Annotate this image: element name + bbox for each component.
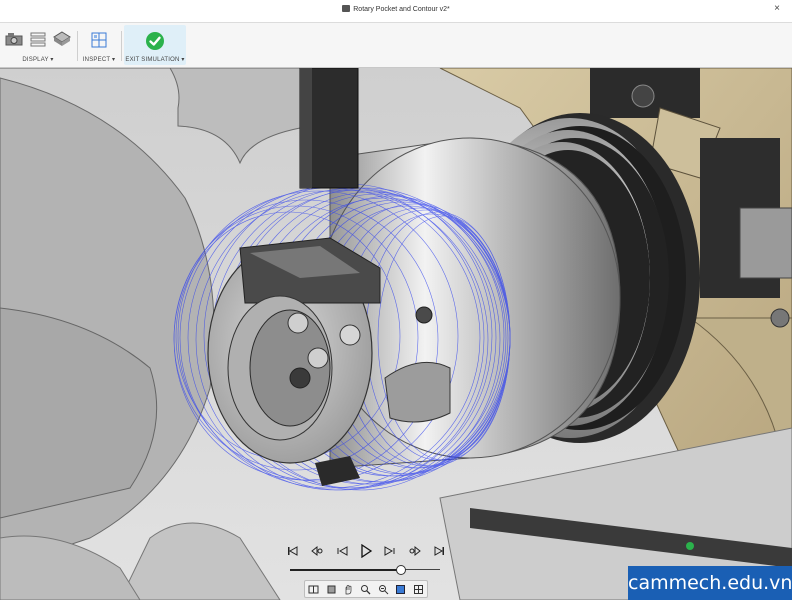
rewind-icon[interactable] xyxy=(335,544,349,558)
window-titlebar: Rotary Pocket and Contour v2* × xyxy=(0,0,792,23)
inspect-group[interactable]: INSPECT ▾ xyxy=(80,25,118,65)
material-display-icon[interactable] xyxy=(53,31,71,52)
machining-scene xyxy=(0,68,792,600)
fit-icon[interactable] xyxy=(377,583,389,595)
document-icon xyxy=(342,5,351,12)
pan-icon[interactable] xyxy=(343,583,355,595)
window-title: Rotary Pocket and Contour v2* xyxy=(353,6,450,13)
step-forward-icon[interactable] xyxy=(408,544,422,558)
exit-check-icon[interactable] xyxy=(145,31,165,56)
inspect-label: INSPECT ▾ xyxy=(82,57,116,63)
timeline-progress xyxy=(290,569,401,571)
display-label: DISPLAY ▾ xyxy=(22,57,54,63)
exit-simulation-group[interactable]: EXIT SIMULATION ▾ xyxy=(124,25,186,65)
display-group[interactable]: DISPLAY ▾ xyxy=(2,25,74,65)
timeline-slider[interactable] xyxy=(290,565,440,575)
exit-simulation-label: EXIT SIMULATION ▾ xyxy=(125,57,185,63)
stock-display-icon[interactable] xyxy=(29,31,47,52)
zoom-icon[interactable] xyxy=(360,583,372,595)
playback-controls xyxy=(286,540,446,562)
timeline-thumb[interactable] xyxy=(396,565,406,575)
toolbar-separator xyxy=(77,31,78,61)
watermark-banner: cammech.edu.vn xyxy=(628,566,792,600)
inspect-ruler-icon[interactable] xyxy=(90,31,108,54)
orbit-icon[interactable] xyxy=(308,583,320,595)
navigation-bar xyxy=(304,580,428,598)
simulation-toolbar: DISPLAY ▾ INSPECT ▾ EXIT SIMULATION ▾ xyxy=(0,23,792,68)
simulation-viewport[interactable] xyxy=(0,68,792,600)
camera-display-icon[interactable] xyxy=(5,31,23,52)
look-at-icon[interactable] xyxy=(325,583,337,595)
forward-icon[interactable] xyxy=(383,544,397,558)
step-back-icon[interactable] xyxy=(310,544,324,558)
window-title-area: Rotary Pocket and Contour v2* xyxy=(0,5,792,13)
play-icon[interactable] xyxy=(359,544,373,558)
skip-start-icon[interactable] xyxy=(286,544,300,558)
toolbar-separator xyxy=(121,31,122,61)
window-close-button[interactable]: × xyxy=(774,3,780,14)
display-style-icon[interactable] xyxy=(395,583,407,595)
grid-icon[interactable] xyxy=(412,583,424,595)
skip-end-icon[interactable] xyxy=(432,544,446,558)
